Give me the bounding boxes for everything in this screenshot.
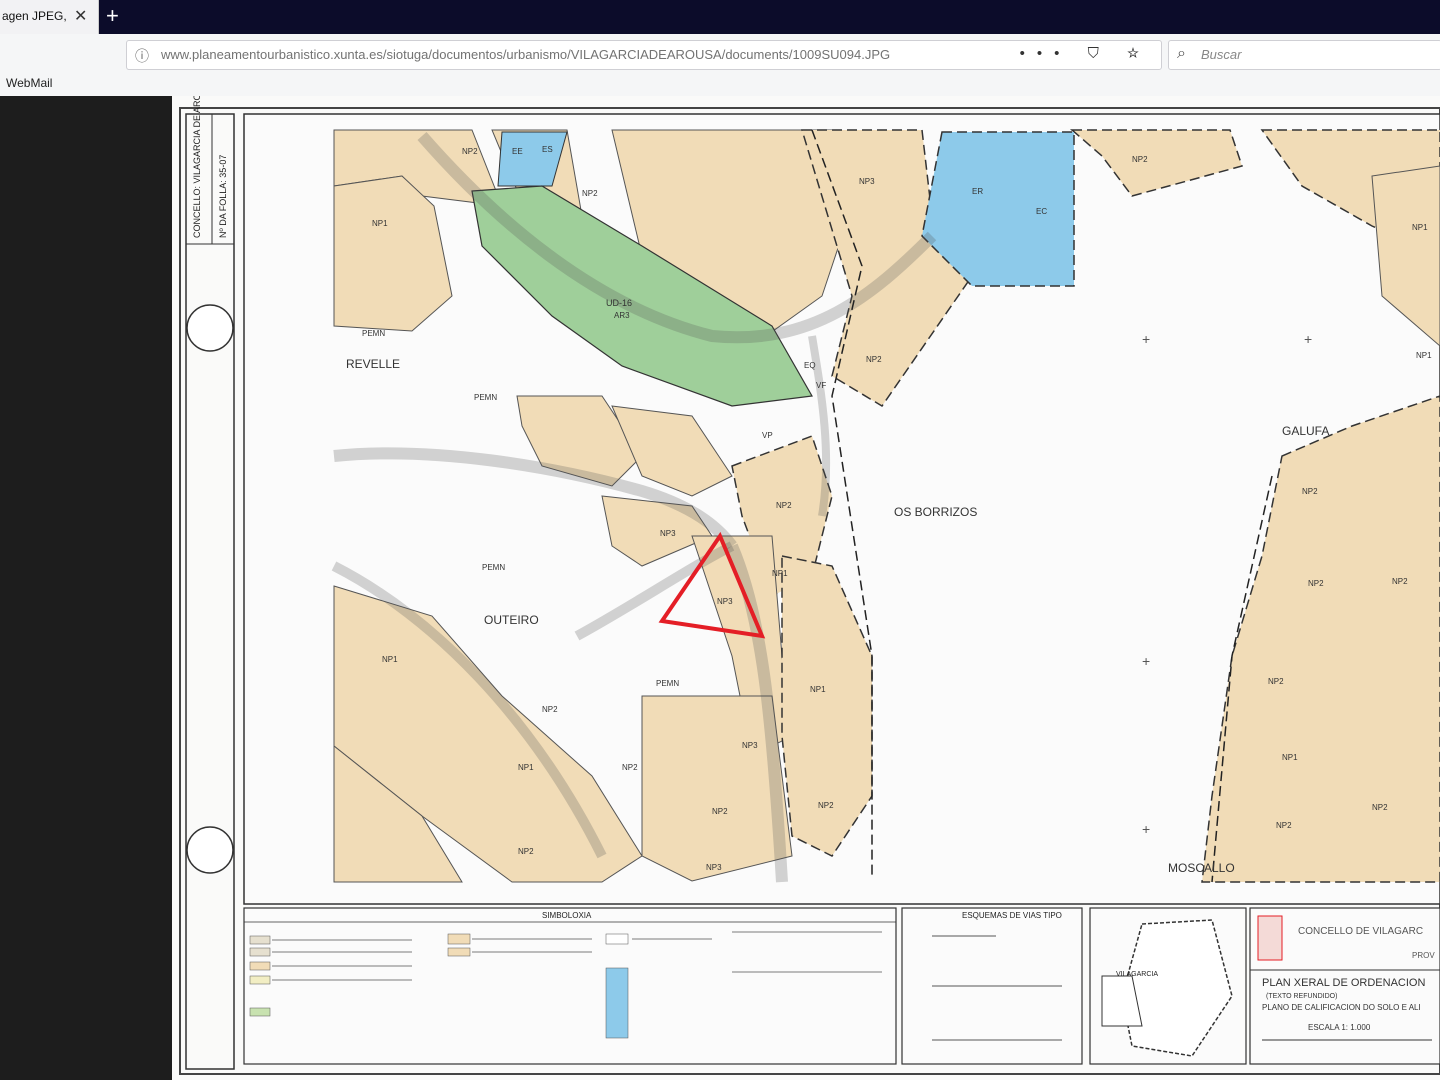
zone-label: NP3 (660, 529, 676, 538)
zone-label: NP1 (1416, 351, 1432, 360)
search-input[interactable]: ⌕ Buscar (1168, 40, 1440, 70)
zone-label: NP3 (859, 177, 875, 186)
legend-title: SIMBOLOXIA (542, 911, 592, 920)
place-galufa: GALUFA (1282, 424, 1329, 438)
zone-label: EQ (804, 361, 816, 370)
place-outeiro: OUTEIRO (484, 613, 539, 627)
zone-label: ES (542, 145, 553, 154)
tab-bar: agen JPEG, ✕ + (0, 0, 1440, 34)
zone-label: NP3 (706, 863, 722, 872)
bookmark-webmail[interactable]: WebMail (6, 76, 52, 90)
scale-label: ESCALA 1: 1.000 (1308, 1023, 1371, 1032)
title-block-text: CONCELLO: VILAGARCIA DE AROUSA (192, 96, 202, 238)
zone-label: NP2 (866, 355, 882, 364)
zone-label: NP1 (382, 655, 398, 664)
sheet-number-text: Nº DA FOLLA: 35-07 (218, 155, 228, 238)
bookmarks-bar: WebMail (0, 72, 1440, 97)
info-icon[interactable]: ⓘ (135, 46, 149, 66)
zone-label: NP1 (772, 569, 788, 578)
svg-text:+: + (1142, 653, 1150, 669)
plan-description: PLANO DE CALIFICACION DO SOLO E ALI (1262, 1003, 1421, 1012)
zone-label: NP3 (742, 741, 758, 750)
image-viewer: CONCELLO: VILAGARCIA DE AROUSA Nº DA FOL… (0, 96, 1440, 1080)
zone-label: NP1 (1412, 223, 1428, 232)
zone-label: NP1 (1282, 753, 1298, 762)
zone-label: NP1 (810, 685, 826, 694)
zone-label: PEMN (482, 563, 505, 572)
zone-label: NP2 (462, 147, 478, 156)
prov-label: PROV (1412, 951, 1435, 960)
binder-hole-bottom (186, 826, 234, 874)
close-icon[interactable]: ✕ (74, 6, 87, 26)
zone-label: NP2 (622, 763, 638, 772)
zone-label: EE (512, 147, 523, 156)
navigation-bar: ⓘ www.planeamentourbanistico.xunta.es/si… (0, 34, 1440, 72)
zone-label: NP2 (1372, 803, 1388, 812)
council-name: CONCELLO DE VILAGARC (1298, 926, 1423, 937)
zone-label: NP2 (1308, 579, 1324, 588)
url-text[interactable]: www.planeamentourbanistico.xunta.es/siot… (161, 47, 890, 62)
new-tab-button[interactable]: + (106, 3, 119, 29)
zone-label: PEMN (474, 393, 497, 402)
binder-hole-top (186, 304, 234, 352)
page-actions[interactable]: ••• ⛉ ☆ (1020, 45, 1151, 62)
zone-label: NP2 (1132, 155, 1148, 164)
zone-label: NP2 (1302, 487, 1318, 496)
zone-label: ER (972, 187, 983, 196)
road-schemes-title: ESQUEMAS DE VIAS TIPO (962, 911, 1062, 920)
place-os-borrizos: OS BORRIZOS (894, 505, 977, 519)
zone-label: UD-16 (606, 298, 632, 308)
zone-label: NP2 (542, 705, 558, 714)
zone-label: NP2 (1392, 577, 1408, 586)
zone-label: NP2 (1276, 821, 1292, 830)
zone-label: PEMN (656, 679, 679, 688)
svg-text:+: + (1304, 331, 1312, 347)
svg-text:+: + (1142, 331, 1150, 347)
plan-subtitle: (TEXTO REFUNDIDO) (1266, 993, 1337, 1000)
browser-tab[interactable]: agen JPEG, ✕ (0, 0, 99, 34)
address-bar[interactable]: ⓘ www.planeamentourbanistico.xunta.es/si… (126, 40, 1162, 70)
zone-label: EC (1036, 207, 1047, 216)
zone-label: NP1 (372, 219, 388, 228)
zone-label: NP1 (518, 763, 534, 772)
zone-label: NP2 (1268, 677, 1284, 686)
zone-label: NP2 (818, 801, 834, 810)
zone-label: VF (816, 381, 826, 390)
search-icon: ⌕ (1177, 45, 1186, 62)
zone-label: PEMN (362, 329, 385, 338)
svg-text:+: + (1142, 821, 1150, 837)
tab-title: agen JPEG, (2, 9, 67, 23)
zone-label: NP2 (712, 807, 728, 816)
plan-title: PLAN XERAL DE ORDENACION (1262, 977, 1425, 989)
zone-label: AR3 (614, 311, 630, 320)
location-label: VILAGARCIA (1116, 971, 1158, 978)
zone-label: VP (762, 431, 773, 440)
zone-label: NP2 (518, 847, 534, 856)
zone-label: NP2 (776, 501, 792, 510)
place-revelle: REVELLE (346, 357, 400, 371)
zone-label: NP3 (717, 597, 733, 606)
search-placeholder: Buscar (1201, 47, 1242, 62)
place-moscallo: MOSCALLO (1168, 861, 1235, 875)
map-image: CONCELLO: VILAGARCIA DE AROUSA Nº DA FOL… (172, 96, 1440, 1080)
zone-label: NP2 (582, 189, 598, 198)
